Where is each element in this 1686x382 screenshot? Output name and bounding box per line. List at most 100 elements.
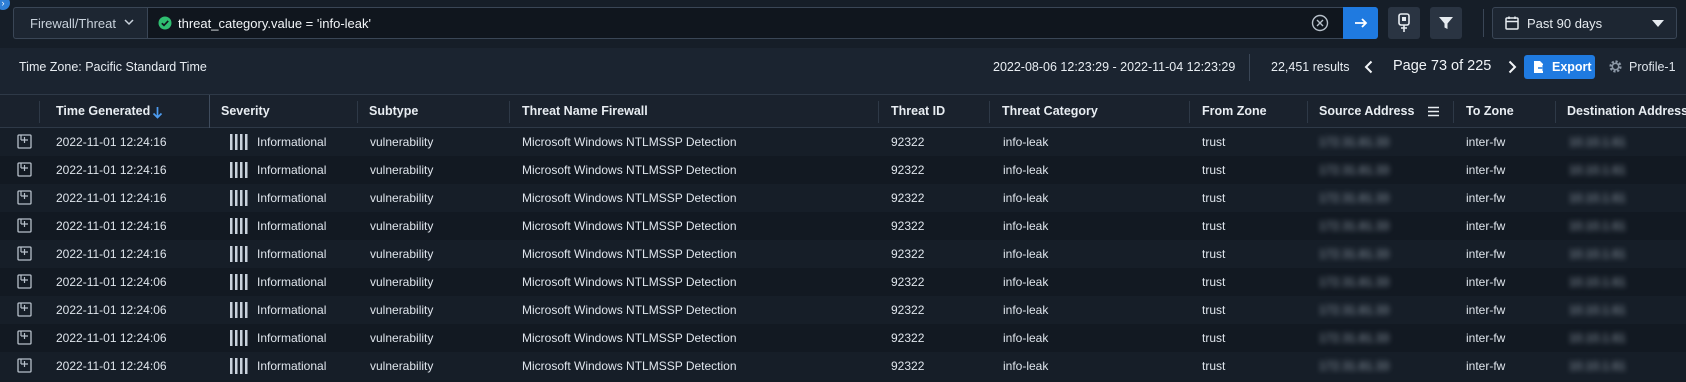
column-divider [878,101,879,123]
threat-name-cell: Microsoft Windows NTLMSSP Detection [522,275,737,289]
threat-category-cell: info-leak [1003,303,1049,317]
to-zone-cell: inter-fw [1466,247,1506,261]
table-row[interactable]: 2022-11-01 12:24:16 Informational vulnerab… [0,184,1686,212]
log-details-icon[interactable] [17,246,32,261]
threat-category-cell: info-leak [1003,247,1049,261]
log-details-icon[interactable] [17,330,32,345]
severity-cell: Informational [257,247,327,261]
results-table: Time Generated Severity Subtype Threat N… [0,94,1686,382]
threat-category-cell: info-leak [1003,275,1049,289]
expand-nav-icon[interactable]: › [0,0,10,10]
column-divider [509,101,510,123]
threat-name-cell: Microsoft Windows NTLMSSP Detection [522,219,737,233]
column-header-to-zone[interactable]: To Zone [1466,104,1514,118]
destination-address-cell: 10.10.1.61 [1569,331,1626,345]
log-details-icon[interactable] [17,274,32,289]
column-header-threat-name[interactable]: Threat Name Firewall [522,104,648,118]
run-query-button[interactable] [1343,7,1378,39]
time-generated-cell: 2022-11-01 12:24:16 [56,163,167,177]
subtype-cell: vulnerability [370,247,434,261]
log-details-icon[interactable] [17,218,32,233]
query-input[interactable] [178,12,1298,34]
log-details-icon[interactable] [17,134,32,149]
to-zone-cell: inter-fw [1466,331,1506,345]
log-details-icon[interactable] [17,162,32,177]
datasource-label: Firewall/Threat [30,15,116,31]
threat-id-cell: 92322 [891,163,925,177]
query-box [147,7,1376,39]
table-row[interactable]: 2022-11-01 12:24:06 Informational vulnerab… [0,324,1686,352]
table-row[interactable]: 2022-11-01 12:24:16 Informational vulnerab… [0,156,1686,184]
datasource-select[interactable]: Firewall/Threat [13,7,147,39]
time-generated-cell: 2022-11-01 12:24:06 [56,303,167,317]
log-details-icon[interactable] [17,190,32,205]
to-zone-cell: inter-fw [1466,219,1506,233]
subtype-cell: vulnerability [370,303,434,317]
severity-cell: Informational [257,359,327,373]
filter-button[interactable] [1430,7,1462,39]
chevron-left-icon[interactable] [1361,59,1377,75]
severity-cell: Informational [257,163,327,177]
column-header-destination-address[interactable]: Destination Address [1567,104,1686,118]
threat-id-cell: 92322 [891,303,925,317]
severity-level-icon [230,302,248,318]
arrow-right-icon [1354,18,1367,28]
table-row[interactable]: 2022-11-01 12:24:06 Informational vulnerab… [0,352,1686,380]
column-divider [1307,101,1308,123]
severity-cell: Informational [257,219,327,233]
profile-menu[interactable]: Profile-1 [1608,59,1676,74]
table-row[interactable]: 2022-11-01 12:24:16 Informational vulnerab… [0,212,1686,240]
timezone-label: Time Zone: Pacific Standard Time [19,60,207,74]
destination-address-cell: 10.10.1.61 [1569,247,1626,261]
export-button[interactable]: Export [1524,55,1595,79]
clear-x-icon[interactable] [1311,14,1329,32]
page-indicator: Page 73 of 225 [1393,58,1492,74]
source-address-cell: 172.31.81.33 [1319,219,1390,233]
column-header-threat-category[interactable]: Threat Category [1002,104,1098,118]
table-row[interactable]: 2022-11-01 12:24:06 Informational vulnerab… [0,268,1686,296]
column-menu-icon[interactable] [1427,106,1440,117]
from-zone-cell: trust [1202,275,1226,289]
log-details-icon[interactable] [17,358,32,373]
from-zone-cell: trust [1202,303,1226,317]
from-zone-cell: trust [1202,359,1226,373]
table-row[interactable]: 2022-11-01 12:24:16 Informational vulnerab… [0,240,1686,268]
column-header-subtype[interactable]: Subtype [369,104,418,118]
severity-level-icon [230,274,248,290]
query-builder-icon [1398,13,1410,32]
column-header-time-generated[interactable]: Time Generated [56,104,150,118]
time-generated-cell: 2022-11-01 12:24:16 [56,219,167,233]
threat-category-cell: info-leak [1003,359,1049,373]
threat-id-cell: 92322 [891,275,925,289]
from-zone-cell: trust [1202,219,1226,233]
time-generated-cell: 2022-11-01 12:24:16 [56,247,167,261]
severity-level-icon [230,358,248,374]
gear-icon [1609,60,1622,73]
column-header-source-address[interactable]: Source Address [1319,104,1414,118]
sort-descending-icon[interactable] [152,106,163,119]
subtype-cell: vulnerability [370,331,434,345]
check-circle-icon [158,16,172,30]
log-details-icon[interactable] [17,302,32,317]
query-builder-button[interactable] [1388,7,1420,39]
column-header-severity[interactable]: Severity [221,104,270,118]
subtype-cell: vulnerability [370,359,434,373]
source-address-cell: 172.31.81.33 [1319,135,1390,149]
table-row[interactable]: 2022-11-01 12:24:16 Informational vulnerab… [0,128,1686,156]
threat-name-cell: Microsoft Windows NTLMSSP Detection [522,359,737,373]
destination-address-cell: 10.10.1.61 [1569,191,1626,205]
table-row[interactable]: 2022-11-01 12:24:06 Informational vulnerab… [0,296,1686,324]
subtype-cell: vulnerability [370,135,434,149]
calendar-icon [1505,16,1519,30]
severity-level-icon [230,218,248,234]
threat-id-cell: 92322 [891,219,925,233]
column-header-from-zone[interactable]: From Zone [1202,104,1267,118]
threat-name-cell: Microsoft Windows NTLMSSP Detection [522,135,737,149]
column-header-threat-id[interactable]: Threat ID [891,104,945,118]
chevron-right-icon[interactable] [1504,59,1520,75]
threat-category-cell: info-leak [1003,191,1049,205]
threat-name-cell: Microsoft Windows NTLMSSP Detection [522,331,737,345]
time-generated-cell: 2022-11-01 12:24:16 [56,135,167,149]
time-range-select[interactable]: Past 90 days [1492,7,1677,39]
severity-level-icon [230,162,248,178]
